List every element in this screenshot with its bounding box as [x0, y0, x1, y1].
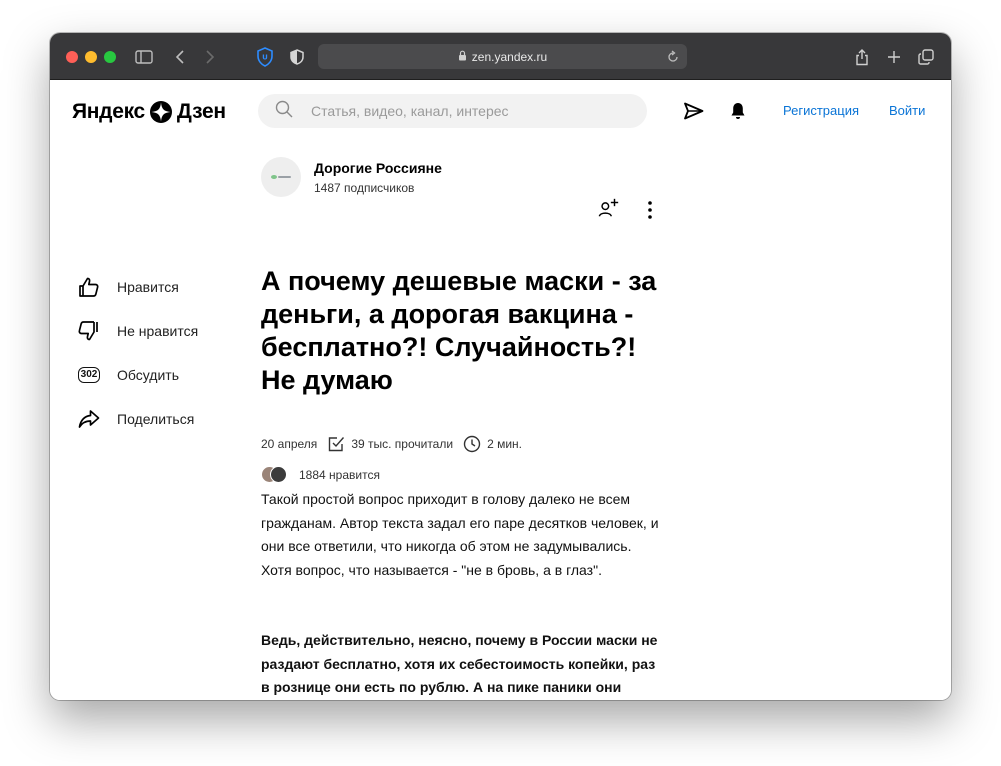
- shield-toggle-icon[interactable]: [286, 46, 308, 68]
- discuss-button[interactable]: 302 Обсудить: [77, 363, 179, 387]
- minimize-window-button[interactable]: [85, 51, 97, 63]
- register-link[interactable]: Регистрация: [783, 103, 859, 118]
- channel-logo-icon: [271, 175, 291, 179]
- privacy-shield-icon[interactable]: U: [254, 46, 276, 68]
- likes-count: 1884 нравится: [299, 468, 380, 482]
- reload-icon[interactable]: [662, 46, 684, 68]
- article-title: А почему дешевые маски - за деньги, а до…: [261, 266, 657, 395]
- tab-overview-icon[interactable]: [915, 46, 937, 68]
- channel-subscribers: 1487 подписчиков: [314, 181, 415, 195]
- search-input[interactable]: [311, 103, 611, 119]
- share-label: Поделиться: [117, 411, 195, 427]
- logo-zen-text: Дзен: [176, 100, 226, 123]
- forward-icon[interactable]: [199, 46, 221, 68]
- send-icon[interactable]: [682, 100, 704, 122]
- url-text: zen.yandex.ru: [471, 49, 548, 64]
- article-date: 20 апреля: [261, 437, 318, 451]
- reads-count: 39 тыс. прочитали: [351, 437, 454, 451]
- address-bar[interactable]: zen.yandex.ru: [318, 44, 687, 69]
- subscribe-icon[interactable]: [598, 197, 620, 219]
- share-page-icon[interactable]: [851, 46, 873, 68]
- share-icon: [77, 407, 101, 431]
- svg-text:U: U: [262, 54, 268, 62]
- clock-icon: [463, 435, 481, 453]
- article-meta: 20 апреля 39 тыс. прочитали 2 мин.: [261, 434, 522, 454]
- web-page: Яндекс Дзен Регистрация Войти Дорогие Ро…: [50, 80, 951, 700]
- close-window-button[interactable]: [66, 51, 78, 63]
- liker-avatars: [261, 466, 289, 484]
- channel-name[interactable]: Дорогие Россияне: [314, 160, 442, 176]
- lock-icon: [458, 50, 467, 64]
- new-tab-icon[interactable]: [883, 46, 905, 68]
- zoom-window-button[interactable]: [104, 51, 116, 63]
- read-time-info: 2 мин.: [463, 435, 522, 453]
- liker-avatar: [270, 466, 287, 483]
- thumbs-up-icon: [77, 275, 101, 299]
- comments-count: 302: [77, 367, 101, 383]
- search-icon: [275, 100, 293, 123]
- logo-yandex-text: Яндекс: [72, 100, 145, 123]
- more-options-icon[interactable]: [639, 199, 661, 221]
- browser-window: U zen.yandex.ru Яндекс Дзен Статья, виде…: [50, 33, 951, 700]
- comments-count-icon: 302: [77, 363, 101, 387]
- channel-avatar[interactable]: [261, 157, 301, 197]
- search-box[interactable]: [258, 94, 647, 128]
- article-paragraph: Такой простой вопрос приходит в голову д…: [261, 491, 659, 578]
- discuss-label: Обсудить: [117, 367, 179, 383]
- read-time: 2 мин.: [487, 437, 522, 451]
- share-button[interactable]: Поделиться: [77, 407, 194, 431]
- reads-info: 39 тыс. прочитали: [327, 435, 453, 453]
- back-icon[interactable]: [169, 46, 191, 68]
- zen-logo[interactable]: Яндекс Дзен: [72, 99, 226, 125]
- zen-star-icon: [149, 101, 172, 123]
- login-link[interactable]: Войти: [889, 103, 925, 118]
- dislike-label: Не нравится: [117, 323, 199, 339]
- notifications-bell-icon[interactable]: [727, 100, 749, 122]
- sidebar-toggle-icon[interactable]: [133, 46, 155, 68]
- likes-row[interactable]: 1884 нравится: [261, 465, 380, 485]
- article-paragraph-bold: Ведь, действительно, неясно, почему в Ро…: [261, 632, 658, 695]
- like-button[interactable]: Нравится: [77, 275, 179, 299]
- reads-check-icon: [329, 437, 345, 452]
- thumbs-down-icon: [77, 319, 101, 343]
- like-label: Нравится: [117, 279, 179, 295]
- browser-toolbar: U zen.yandex.ru: [50, 33, 951, 80]
- dislike-button[interactable]: Не нравится: [77, 319, 198, 343]
